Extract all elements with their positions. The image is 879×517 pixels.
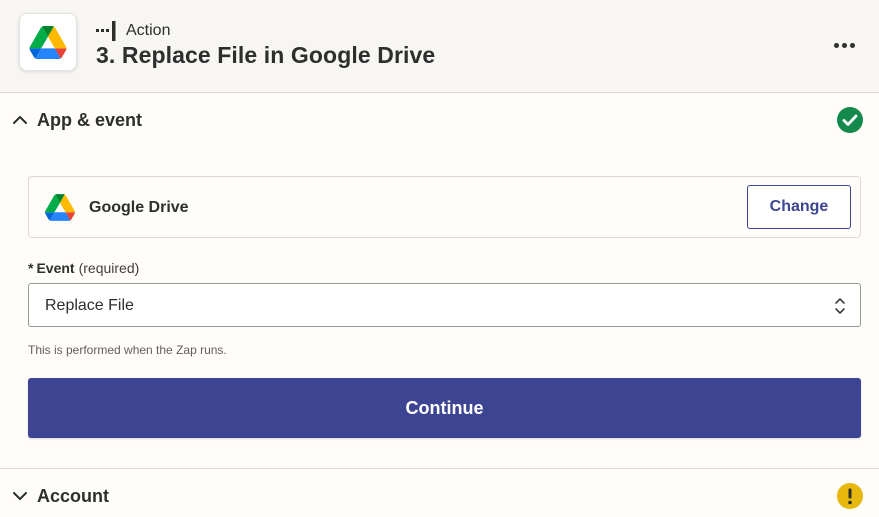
event-label: Event xyxy=(36,260,75,276)
section-divider xyxy=(0,468,879,469)
step-kind-label: Action xyxy=(126,22,171,39)
event-select-value: Replace File xyxy=(45,297,134,314)
app-name: Google Drive xyxy=(89,199,189,216)
event-help-text: This is performed when the Zap runs. xyxy=(28,343,227,357)
google-drive-icon xyxy=(45,194,75,221)
continue-button[interactable]: Continue xyxy=(28,378,861,438)
action-step-icon xyxy=(96,20,118,42)
more-options-button[interactable] xyxy=(826,32,862,58)
selected-app-card: Google Drive Change xyxy=(28,176,861,238)
google-drive-icon xyxy=(29,25,67,59)
section-title-app-event: App & event xyxy=(37,109,143,130)
step-header: Action 3. Replace File in Google Drive xyxy=(0,0,879,93)
more-horizontal-icon xyxy=(833,42,839,48)
warning-circle-icon xyxy=(836,482,864,510)
chevron-down-icon xyxy=(11,487,29,505)
more-dot xyxy=(841,42,847,48)
more-dot xyxy=(849,42,855,48)
app-logo xyxy=(19,13,77,71)
section-title-account: Account xyxy=(37,485,109,506)
event-field-label: * Event (required) xyxy=(28,260,139,276)
chevron-up-icon xyxy=(11,111,29,129)
change-app-button[interactable]: Change xyxy=(747,185,851,229)
step-kind: Action xyxy=(96,20,170,42)
required-text: (required) xyxy=(78,260,140,276)
required-marker: * xyxy=(28,260,34,276)
section-header-app-event[interactable]: App & event xyxy=(0,94,879,146)
check-circle-icon xyxy=(836,106,864,134)
event-select[interactable]: Replace File xyxy=(28,283,861,327)
section-header-account[interactable]: Account xyxy=(0,470,879,517)
step-title: 3. Replace File in Google Drive xyxy=(96,42,436,68)
select-arrows-icon xyxy=(833,296,847,316)
